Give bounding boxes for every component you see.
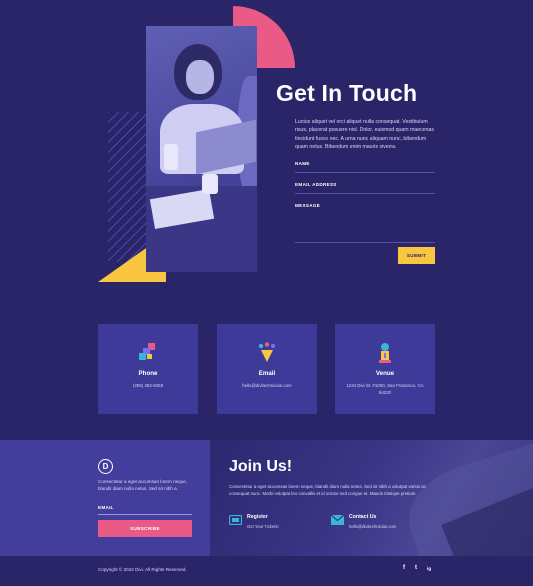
contact-us-link[interactable]: Contact Us — [349, 514, 376, 520]
email-field-label: EMAIL ADDRESS — [295, 182, 337, 187]
ticket-icon — [229, 515, 242, 525]
twitter-icon[interactable]: t — [415, 565, 417, 571]
venue-address: 1234 Divi St. #1000, San Francisco, CA 9… — [346, 383, 424, 395]
name-field[interactable] — [295, 172, 435, 173]
register-subtitle: Get Your Tickets! — [247, 524, 279, 529]
contact-section: Get In Touch Luctus aliquet vel orci ali… — [0, 0, 533, 300]
newsletter-email-label: EMAIL — [98, 505, 114, 510]
name-field-label: NAME — [295, 161, 310, 166]
contact-description: Luctus aliquet vel orci aliquet nulla co… — [295, 119, 434, 150]
divi-logo: D — [98, 459, 113, 474]
contact-email: hello@divitechnician.com — [349, 524, 397, 529]
venue-icon — [379, 343, 391, 363]
phone-card: Phone (255) 352-6258 — [98, 324, 198, 414]
email-card-title: Email — [258, 370, 276, 377]
envelope-icon — [331, 515, 344, 525]
message-field[interactable] — [295, 242, 435, 243]
email-field[interactable] — [295, 193, 435, 194]
instagram-icon[interactable]: ig — [427, 566, 431, 571]
email-icon — [258, 342, 276, 362]
phone-card-title: Phone — [138, 370, 158, 377]
register-link[interactable]: Register — [247, 514, 268, 520]
submit-button[interactable]: SUBMIT — [398, 247, 435, 264]
footer-bar — [0, 556, 533, 586]
team-photo — [146, 26, 257, 272]
join-description: Consectetur a eget accumsan lorem neque,… — [229, 484, 426, 496]
copyright-text: Copyright © 2022 Divi. All Rights Reserv… — [98, 567, 187, 572]
phone-icon — [139, 343, 155, 360]
newsletter-description: Consectetur a eget accumsan lorem neque,… — [98, 479, 188, 491]
page-title: Get In Touch — [276, 80, 418, 106]
venue-card: Venue 1234 Divi St. #1000, San Francisco… — [335, 324, 435, 414]
venue-card-title: Venue — [375, 370, 395, 377]
email-address: hello@divitechnician.com — [242, 383, 292, 388]
subscribe-button[interactable]: SUBSCRIBE — [98, 520, 192, 537]
email-card: Email hello@divitechnician.com — [217, 324, 317, 414]
facebook-icon[interactable]: f — [403, 565, 405, 571]
newsletter-email-field[interactable] — [98, 514, 192, 515]
join-title: Join Us! — [229, 458, 293, 475]
phone-number: (255) 352-6258 — [132, 383, 164, 388]
newsletter-panel — [0, 440, 210, 556]
message-field-label: MESSAGE — [295, 203, 321, 208]
